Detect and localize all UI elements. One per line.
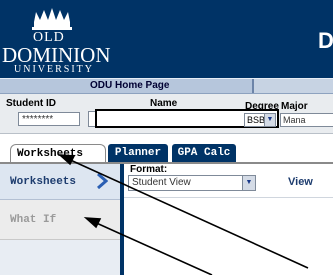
chevron-down-icon[interactable]: ▼: [264, 114, 275, 126]
tab-planner[interactable]: Planner: [108, 144, 168, 162]
chevron-down-icon[interactable]: ▼: [242, 176, 255, 190]
student-id-label: Student ID: [6, 98, 56, 109]
major-select[interactable]: Mana: [280, 113, 333, 127]
student-id-field[interactable]: ********: [18, 112, 80, 126]
sidebar-item-label: What If: [10, 214, 57, 226]
main-divider: [124, 197, 333, 198]
chevron-right-icon: [97, 173, 108, 189]
logo-text-university: UNIVERSITY: [14, 64, 94, 75]
degree-label: Degree: [245, 101, 279, 112]
format-label: Format:: [130, 164, 168, 175]
sidebar-item-what-if[interactable]: What If: [0, 200, 120, 240]
crown-icon: [32, 8, 72, 30]
major-label: Major: [281, 101, 308, 112]
format-select[interactable]: Student View ▼: [128, 175, 256, 191]
odu-home-link[interactable]: ODU Home Page: [90, 80, 169, 91]
tab-gpa-calc[interactable]: GPA Calc: [172, 144, 236, 162]
tab-worksheets[interactable]: Worksheets: [10, 144, 106, 162]
major-value: Mana: [283, 115, 306, 125]
degree-select[interactable]: BSBA ▼: [244, 113, 276, 127]
name-label: Name: [150, 98, 178, 109]
header-title: D: [318, 28, 333, 53]
view-button[interactable]: View: [288, 176, 313, 188]
site-header: OLD DOMINION UNIVERSITY D: [0, 0, 333, 78]
home-bar-tab: ODU Home Page: [0, 79, 254, 93]
sidebar-item-label: Worksheets: [10, 176, 77, 188]
format-value: Student View: [132, 177, 191, 188]
sidebar-divider: [120, 164, 124, 275]
home-bar: ODU Home Page: [0, 78, 333, 94]
